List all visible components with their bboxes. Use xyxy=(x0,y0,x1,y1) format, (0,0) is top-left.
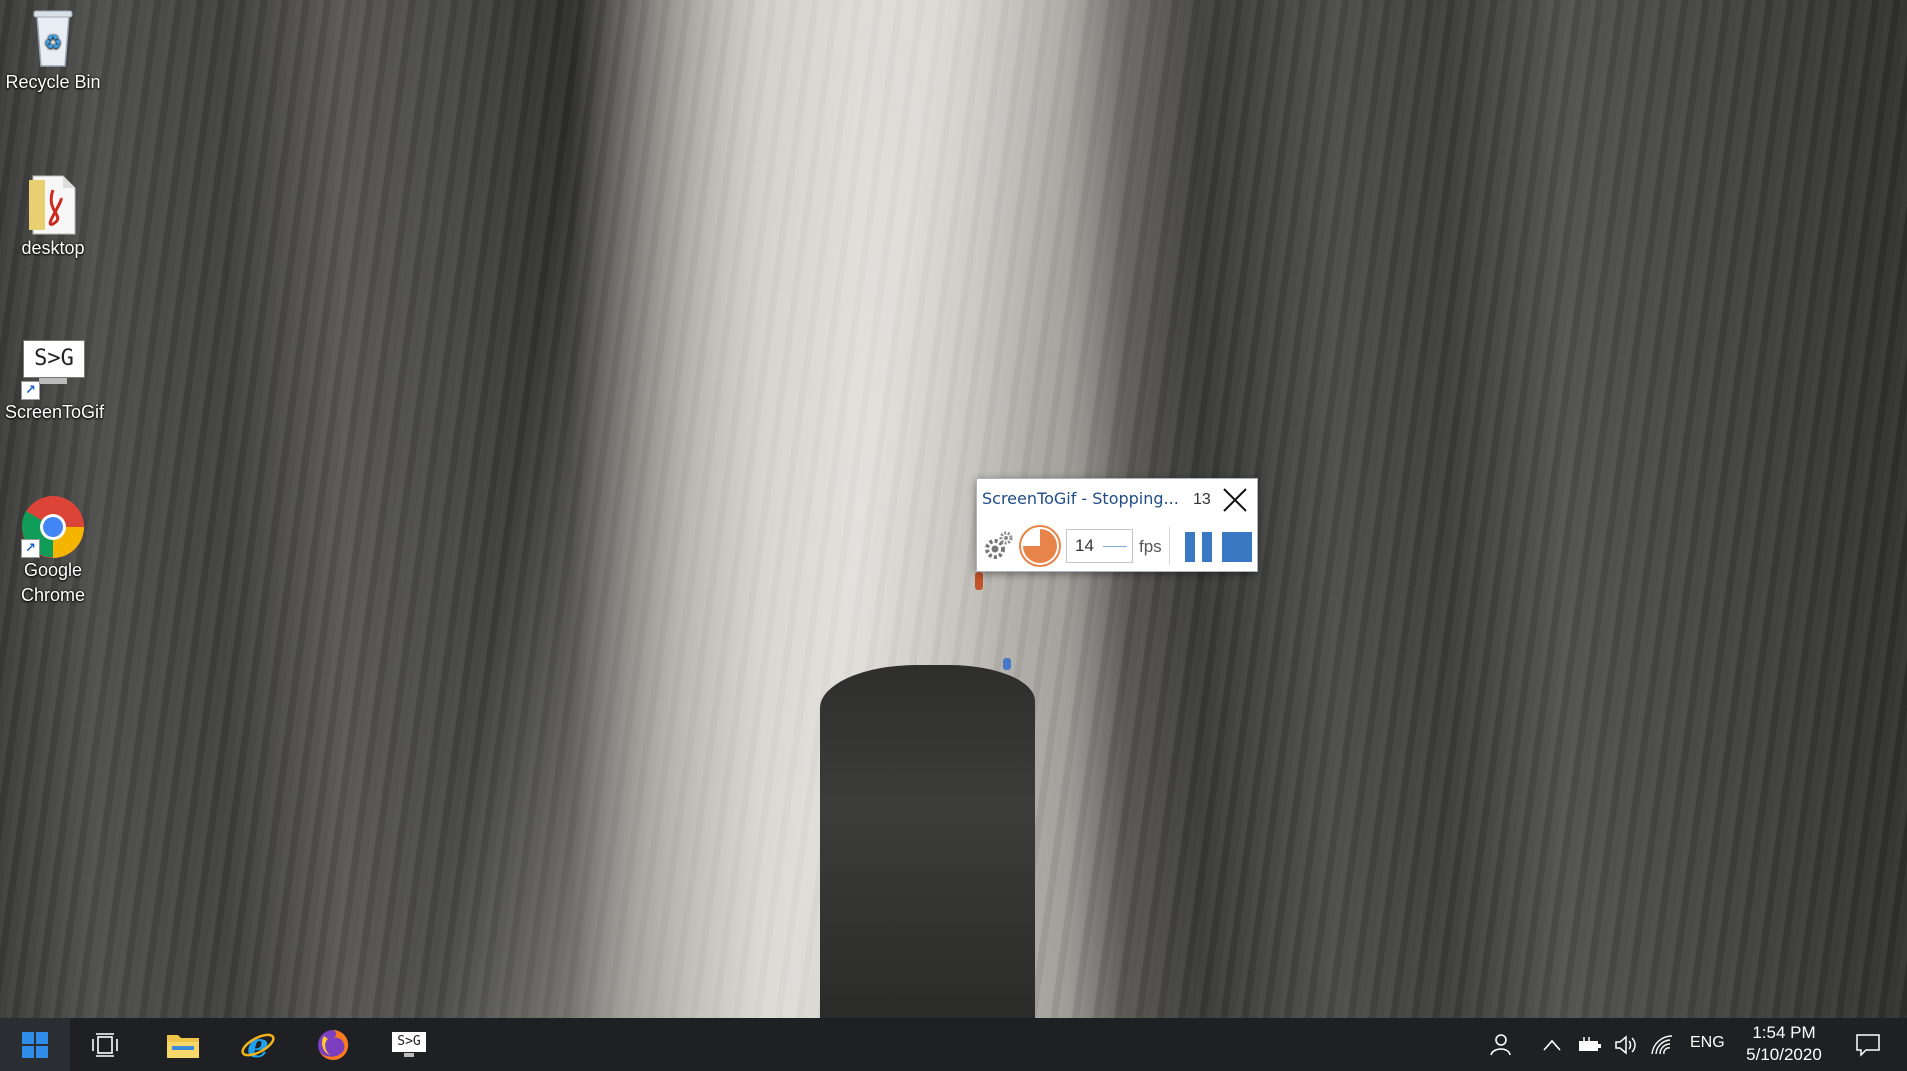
screentogif-recorder-window: ScreenToGif - Stopping... 13 14 fps xyxy=(976,478,1258,572)
fps-input-underline xyxy=(1103,546,1127,547)
battery-plug-icon xyxy=(1579,1037,1601,1051)
fps-value: 14 xyxy=(1075,536,1094,555)
chrome-icon: ↗ xyxy=(21,494,84,558)
wallpaper-dark-rock xyxy=(820,665,1035,1025)
close-button[interactable] xyxy=(1220,485,1250,515)
people-icon xyxy=(1490,1034,1511,1056)
people-button[interactable] xyxy=(1486,1032,1514,1058)
wallpaper-climber-blue xyxy=(1003,658,1011,670)
internet-explorer-icon: e xyxy=(241,1027,275,1063)
chrome-label: Google Chrome xyxy=(20,560,86,605)
internet-explorer-button[interactable]: e xyxy=(233,1018,283,1071)
speaker-icon xyxy=(1615,1035,1636,1055)
battery-button[interactable] xyxy=(1576,1032,1604,1058)
screentogif-logo: S>G xyxy=(23,340,85,378)
fps-input[interactable]: 14 xyxy=(1066,529,1133,563)
screentogif-taskbar-button[interactable]: S>G xyxy=(384,1018,434,1071)
firefox-button[interactable] xyxy=(308,1018,358,1071)
desktop-icon-screentogif[interactable]: S>G ↗ ScreenToGif xyxy=(5,336,105,425)
show-hidden-icons-button[interactable] xyxy=(1540,1032,1564,1058)
notification-icon xyxy=(1856,1034,1880,1057)
shortcut-arrow-icon: ↗ xyxy=(21,381,40,400)
recorder-frame-count: 13 xyxy=(1193,491,1211,508)
firefox-icon xyxy=(318,1029,349,1060)
gears-icon xyxy=(985,531,1013,559)
pause-icon-right-bar xyxy=(1202,532,1212,562)
desktop-icon-chrome[interactable]: ↗ Google Chrome xyxy=(5,494,101,608)
record-button[interactable] xyxy=(1019,525,1061,567)
recycle-bin-icon: ♻ xyxy=(23,6,83,67)
svg-text:♻: ♻ xyxy=(44,30,62,54)
stop-button[interactable] xyxy=(1222,532,1252,562)
pause-icon-left-bar xyxy=(1185,532,1195,562)
desktop-background xyxy=(0,0,1907,1040)
fps-label: fps xyxy=(1139,537,1162,556)
close-icon xyxy=(1223,488,1247,512)
desktop-icon-recycle-bin[interactable]: ♻ Recycle Bin xyxy=(5,6,101,95)
taskbar: e S>G ENG 1:54 PM 5/10/2020 xyxy=(0,1018,1907,1071)
volume-button[interactable] xyxy=(1612,1032,1640,1058)
screentogif-taskbar-logo: S>G xyxy=(392,1031,426,1052)
desktop-file-label: desktop xyxy=(21,238,85,258)
toolbar-divider xyxy=(1169,527,1170,565)
screentogif-logo-stand xyxy=(39,378,67,384)
recording-progress-wedge xyxy=(1023,529,1057,563)
file-explorer-icon xyxy=(167,1034,199,1058)
windows-logo-icon xyxy=(22,1031,48,1058)
input-language-button[interactable]: ENG xyxy=(1690,1034,1725,1052)
clock-time: 1:54 PM xyxy=(1752,1023,1816,1042)
recorder-title: ScreenToGif - Stopping... xyxy=(982,489,1179,508)
clock-date: 5/10/2020 xyxy=(1746,1045,1822,1064)
action-center-button[interactable] xyxy=(1852,1032,1884,1058)
start-button[interactable] xyxy=(0,1018,70,1071)
chevron-up-icon xyxy=(1543,1039,1561,1051)
wifi-icon xyxy=(1651,1035,1673,1055)
screentogif-label: ScreenToGif xyxy=(5,402,105,422)
recording-progress-icon xyxy=(1023,529,1057,563)
clock[interactable]: 1:54 PM 5/10/2020 xyxy=(1742,1022,1826,1066)
shortcut-arrow-icon: ↗ xyxy=(21,539,40,558)
task-view-button[interactable] xyxy=(82,1018,128,1071)
screentogif-taskbar-stand xyxy=(404,1052,414,1057)
file-explorer-button[interactable] xyxy=(158,1018,208,1071)
pdf-file-icon xyxy=(23,172,83,235)
wallpaper-climber-red xyxy=(975,572,983,590)
svg-text:e: e xyxy=(247,1027,269,1063)
settings-button[interactable] xyxy=(983,529,1015,561)
network-button[interactable] xyxy=(1648,1032,1676,1058)
task-view-icon xyxy=(92,1032,118,1057)
pause-button[interactable] xyxy=(1185,532,1213,562)
screentogif-icon: S>G xyxy=(392,1031,426,1058)
desktop-icon-desktop[interactable]: desktop xyxy=(5,172,101,261)
screentogif-app-icon: S>G ↗ xyxy=(21,336,85,400)
recycle-bin-label: Recycle Bin xyxy=(5,72,101,92)
